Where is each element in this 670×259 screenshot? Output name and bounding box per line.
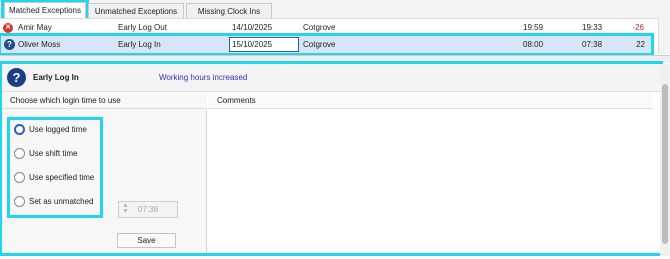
comments-pane: Comments	[208, 93, 652, 253]
table-row[interactable]: ✕ Amir May Early Log Out 14/10/2025 Cotg…	[0, 20, 656, 35]
radio-circle	[14, 196, 25, 207]
radio-use-logged-time[interactable]: Use logged time	[10, 120, 100, 140]
employee-name: Oliver Moss	[18, 40, 61, 49]
question-icon: ?	[7, 68, 26, 87]
shift-time: 19:59	[523, 23, 544, 32]
exception-date: 14/10/2025	[232, 23, 273, 32]
specified-time-value: 07:38	[138, 205, 159, 214]
login-time-pane: Choose which login time to use Use logge…	[2, 93, 207, 253]
splitter[interactable]	[0, 55, 670, 63]
site-name: Cotgrove	[303, 40, 336, 49]
radio-use-shift-time[interactable]: Use shift time	[10, 144, 100, 164]
radio-circle	[14, 172, 25, 183]
time-difference: -26	[632, 23, 644, 32]
employee-name: Amir May	[18, 23, 52, 32]
comments-heading: Comments	[208, 93, 652, 109]
specified-time-input[interactable]: ▲ ▼ 07:38	[118, 201, 178, 218]
radio-label: Use specified time	[29, 173, 95, 182]
radio-use-specified-time[interactable]: Use specified time	[10, 168, 100, 188]
radio-circle	[14, 124, 25, 135]
shift-time: 08:00	[523, 40, 544, 49]
exception-date-editor[interactable]: 15/10/2025	[229, 37, 299, 52]
exception-detail-panel: ? Early Log In Working hours increased C…	[0, 61, 663, 256]
detail-subtitle: Working hours increased	[159, 73, 248, 82]
exceptions-grid: ✕ Amir May Early Log Out 14/10/2025 Cotg…	[0, 18, 670, 56]
radio-set-as-unmatched[interactable]: Set as unmatched	[10, 192, 100, 212]
radio-circle	[14, 148, 25, 159]
detail-title: Early Log In	[33, 73, 79, 82]
login-time-options: Use logged time Use shift time Use speci…	[7, 117, 103, 218]
login-time-heading: Choose which login time to use	[2, 93, 207, 109]
error-icon: ✕	[3, 23, 13, 33]
site-name: Cotgrove	[303, 23, 336, 32]
logged-time: 07:38	[582, 40, 603, 49]
detail-header: ? Early Log In Working hours increased	[2, 64, 660, 92]
radio-label: Set as unmatched	[29, 197, 94, 206]
save-button[interactable]: Save	[117, 233, 176, 248]
radio-label: Use logged time	[29, 125, 87, 134]
logged-time: 19:33	[582, 23, 603, 32]
table-row-selected[interactable]: ? Oliver Moss Early Log In 15/10/2025 Co…	[0, 33, 654, 56]
question-icon: ?	[4, 39, 15, 50]
time-difference: 22	[636, 40, 645, 49]
panel-scrollbar[interactable]	[660, 64, 670, 256]
grid-scrollbar[interactable]	[658, 18, 670, 54]
exception-type: Early Log Out	[118, 23, 167, 32]
spinner-arrows-icon[interactable]: ▲ ▼	[122, 202, 129, 215]
scrollbar-thumb[interactable]	[662, 84, 668, 244]
radio-label: Use shift time	[29, 149, 78, 158]
exception-type: Early Log In	[118, 40, 161, 49]
